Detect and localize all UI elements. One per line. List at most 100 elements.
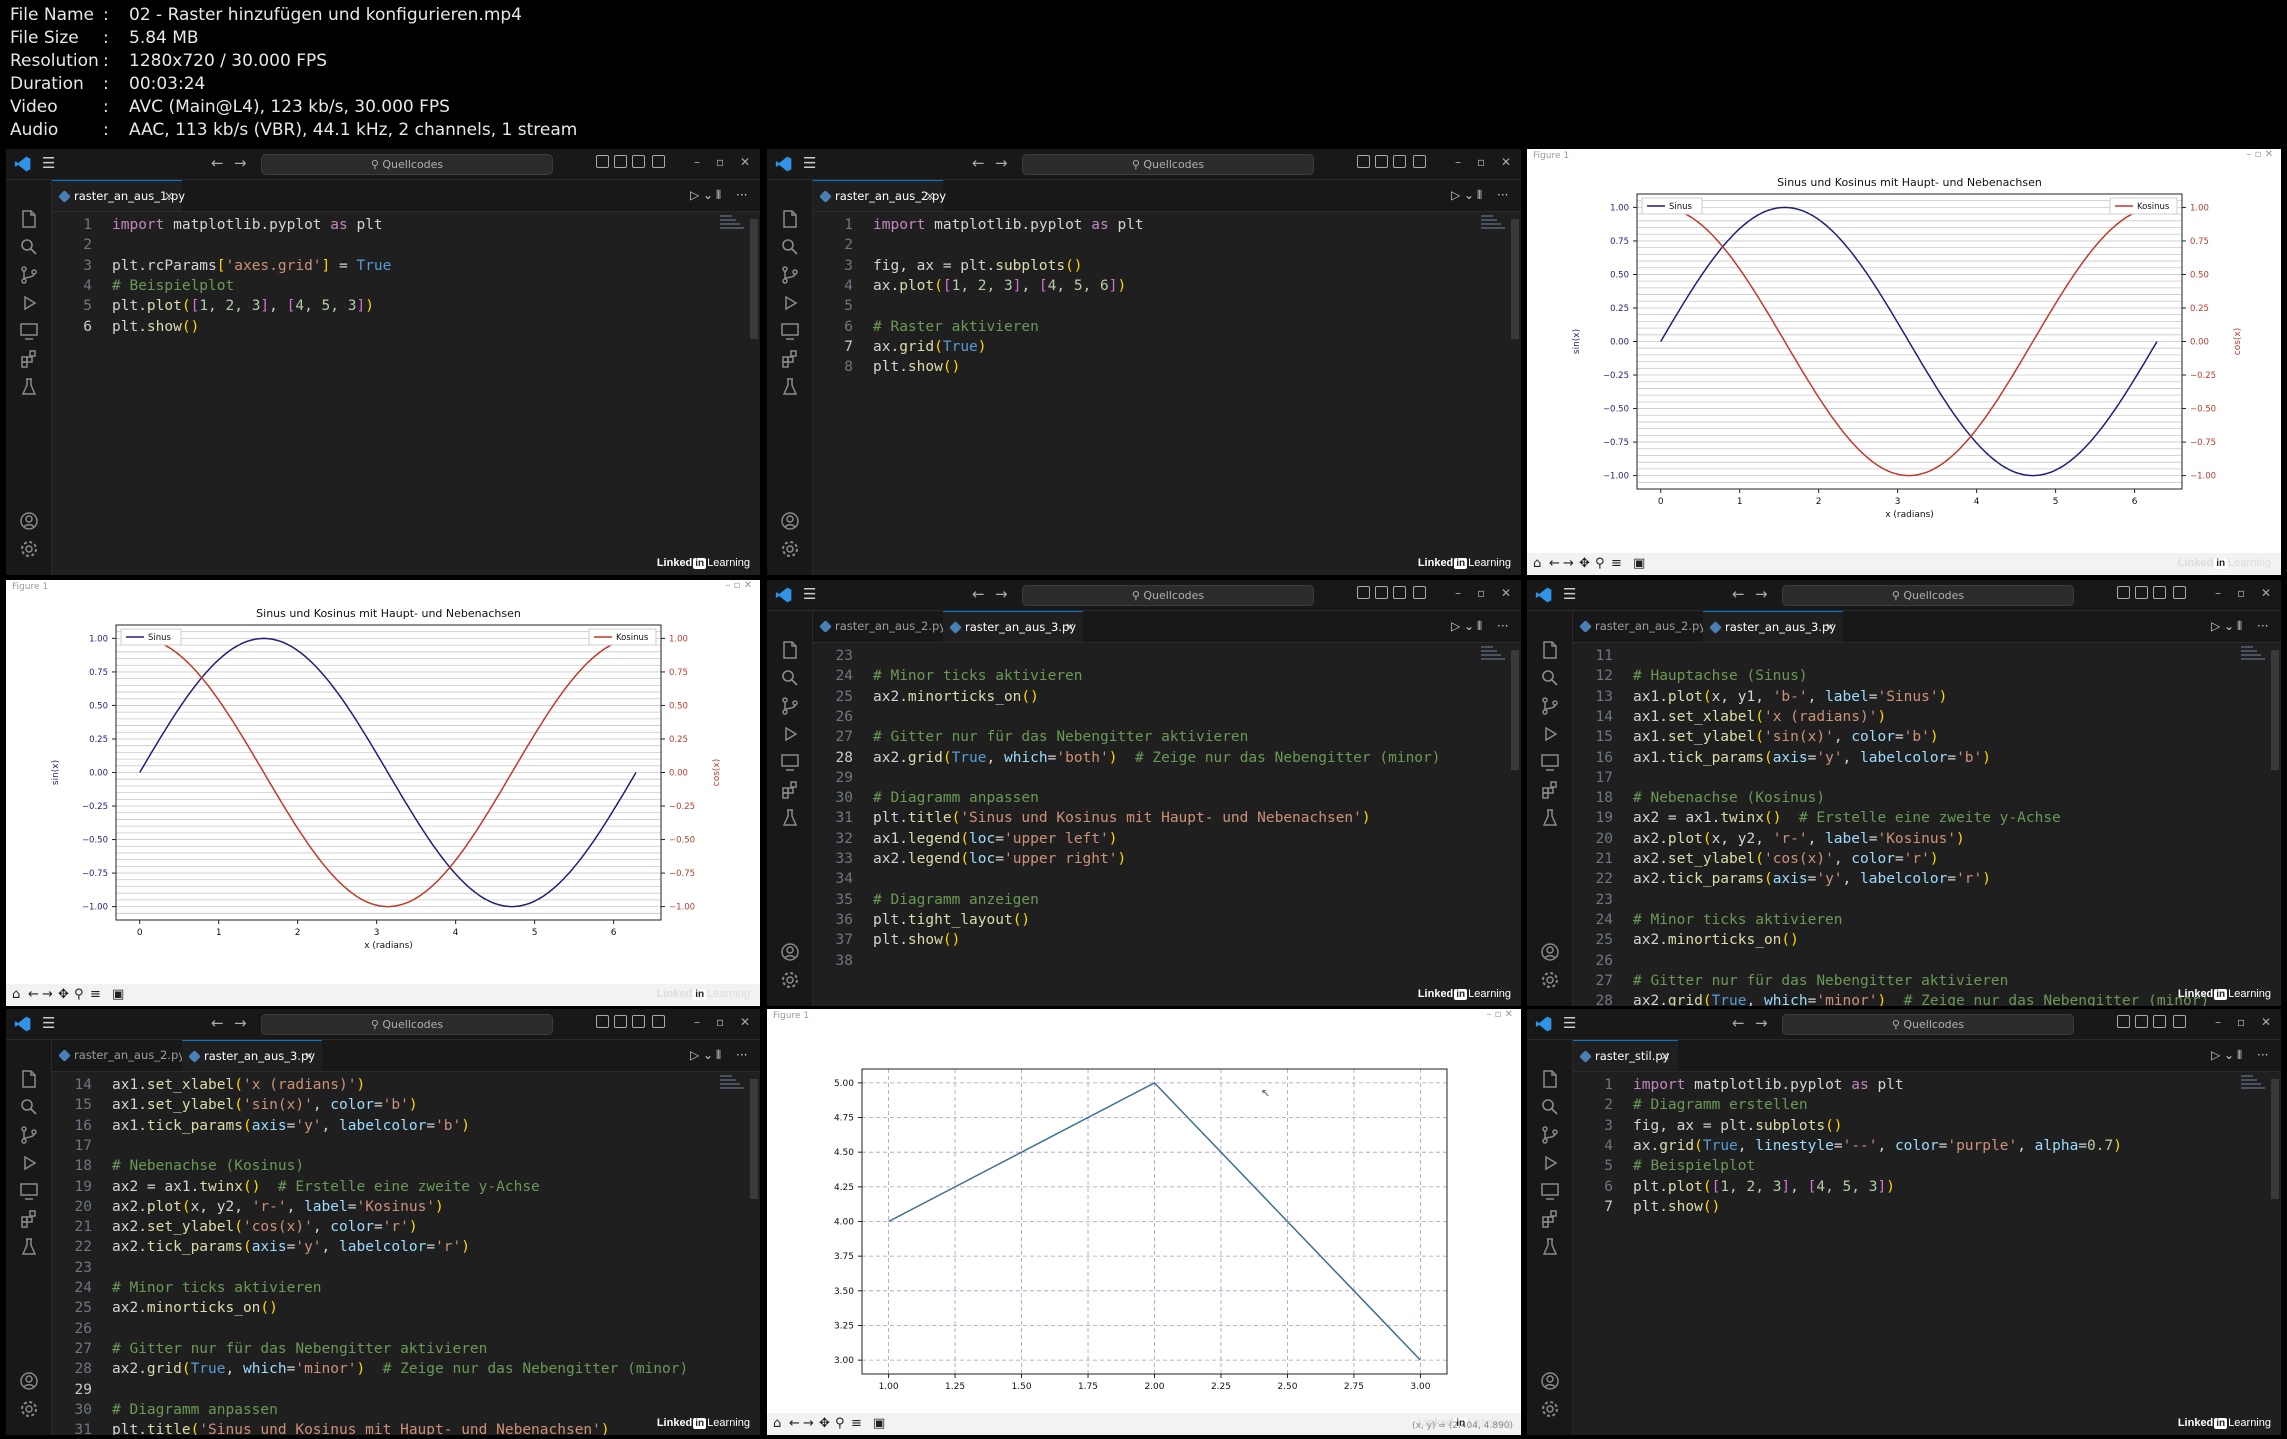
tab-close-icon[interactable]: × (1825, 612, 1835, 643)
scrollbar[interactable] (1511, 219, 1519, 339)
settings-gear-icon[interactable] (779, 969, 801, 991)
pan-icon[interactable]: ✥ (819, 1416, 830, 1431)
split-editor-icon[interactable]: ⫴ (716, 1048, 721, 1063)
menu-icon[interactable]: ☰ (803, 154, 816, 172)
forward-icon[interactable]: → (1563, 556, 1574, 571)
account-icon[interactable] (1539, 941, 1561, 963)
testing-icon[interactable] (18, 376, 40, 398)
scrollbar[interactable] (1511, 650, 1519, 770)
layout-toggle-icon[interactable] (1375, 155, 1388, 168)
layout-toggle-icon[interactable] (2153, 586, 2166, 599)
play-icon[interactable]: ▷ ⌄ (1451, 619, 1474, 633)
extensions-icon[interactable] (779, 348, 801, 370)
forward-icon[interactable]: → (42, 987, 53, 1002)
layout-toggle-icon[interactable] (632, 1015, 645, 1028)
tab-close-icon[interactable]: × (1065, 612, 1075, 643)
activity-item[interactable] (18, 1398, 40, 1420)
split-editor-icon[interactable]: ⫴ (2237, 1048, 2242, 1063)
forward-arrow-icon[interactable]: → (995, 585, 1008, 603)
source-control-icon[interactable] (1539, 1124, 1561, 1146)
forward-arrow-icon[interactable]: → (1755, 1014, 1768, 1032)
source-control-icon[interactable] (18, 1124, 40, 1146)
menu-icon[interactable]: ☰ (803, 585, 816, 603)
explorer-icon[interactable] (779, 208, 801, 230)
settings-gear-icon[interactable] (18, 538, 40, 560)
activity-item[interactable] (18, 1068, 40, 1090)
maximize-icon[interactable]: ▫ (2237, 1015, 2245, 1029)
back-arrow-icon[interactable]: ← (972, 585, 985, 603)
activity-item[interactable] (1539, 969, 1561, 991)
layout-toggle-icon[interactable] (614, 1015, 627, 1028)
remote-explorer-icon[interactable] (18, 1180, 40, 1202)
remote-explorer-icon[interactable] (1539, 1180, 1561, 1202)
pan-icon[interactable]: ✥ (1579, 556, 1590, 571)
more-icon[interactable]: ··· (736, 1048, 747, 1062)
close-icon[interactable]: ✕ (2261, 586, 2271, 600)
remote-explorer-icon[interactable] (779, 320, 801, 342)
zoom-icon[interactable]: ⚲ (74, 987, 84, 1002)
back-icon[interactable]: ← (1549, 556, 1560, 571)
maximize-icon[interactable]: ▫ (716, 155, 724, 169)
activity-item[interactable] (1539, 1398, 1561, 1420)
code-editor[interactable]: 1 import matplotlib.pyplot as plt 2 3 fig, a… (813, 211, 1509, 575)
activity-item[interactable] (1539, 1152, 1561, 1174)
testing-icon[interactable] (779, 807, 801, 829)
explorer-icon[interactable] (18, 208, 40, 230)
play-icon[interactable]: ▷ ⌄ (690, 188, 713, 202)
search-icon[interactable] (779, 667, 801, 689)
layout-toggle-icon[interactable] (632, 155, 645, 168)
close-icon[interactable]: ✕ (1501, 586, 1511, 600)
activity-item[interactable] (1539, 1096, 1561, 1118)
more-icon[interactable]: ··· (1497, 619, 1508, 633)
minimize-icon[interactable]: – (2215, 1015, 2221, 1029)
layout-toggle-icon[interactable] (652, 1015, 665, 1028)
activity-item[interactable] (1539, 1208, 1561, 1230)
scrollbar[interactable] (750, 219, 758, 339)
activity-item[interactable] (779, 639, 801, 661)
remote-explorer-icon[interactable] (1539, 751, 1561, 773)
search-icon[interactable] (1539, 1096, 1561, 1118)
close-icon[interactable]: ✕ (740, 1015, 750, 1029)
activity-item[interactable] (18, 538, 40, 560)
layout-toggle-icon[interactable] (1357, 586, 1370, 599)
forward-arrow-icon[interactable]: → (995, 154, 1008, 172)
testing-icon[interactable] (1539, 807, 1561, 829)
activity-item[interactable] (18, 1370, 40, 1392)
split-editor-icon[interactable]: ⫴ (1477, 619, 1482, 634)
activity-item[interactable] (18, 1208, 40, 1230)
layout-toggle-icon[interactable] (2117, 586, 2130, 599)
layout-toggle-icon[interactable] (2153, 1015, 2166, 1028)
tab-raster-an-aus-2-py[interactable]: raster_an_aus_2.py (813, 611, 946, 642)
source-control-icon[interactable] (779, 264, 801, 286)
source-control-icon[interactable] (18, 264, 40, 286)
command-search[interactable]: ⚲ Quellcodes (1782, 585, 2074, 606)
extensions-icon[interactable] (18, 348, 40, 370)
account-icon[interactable] (18, 1370, 40, 1392)
tab-raster-an-aus-1-py[interactable]: raster_an_aus_1.py × (52, 180, 185, 211)
remote-explorer-icon[interactable] (18, 320, 40, 342)
back-arrow-icon[interactable]: ← (972, 154, 985, 172)
code-editor[interactable]: 1 import matplotlib.pyplot as plt 2 3 plt.rc… (52, 211, 748, 575)
source-control-icon[interactable] (779, 695, 801, 717)
more-icon[interactable]: ··· (2257, 619, 2268, 633)
code-editor[interactable]: 14 ax1.set_xlabel('x (radians)') 15 ax1.set… (52, 1071, 748, 1435)
split-editor-icon[interactable]: ⫴ (716, 188, 721, 203)
activity-item[interactable] (1539, 695, 1561, 717)
tab-close-icon[interactable]: × (1660, 1041, 1670, 1072)
tab-raster-an-aus-3-py[interactable]: raster_an_aus_3.py × (1703, 611, 1843, 642)
source-control-icon[interactable] (1539, 695, 1561, 717)
scrollbar[interactable] (2271, 650, 2279, 770)
forward-arrow-icon[interactable]: → (234, 1014, 247, 1032)
activity-item[interactable] (779, 779, 801, 801)
testing-icon[interactable] (18, 1236, 40, 1258)
more-icon[interactable]: ··· (2257, 1048, 2268, 1062)
tab-raster-an-aus-2-py[interactable]: raster_an_aus_2.py (52, 1040, 185, 1071)
zoom-icon[interactable]: ⚲ (835, 1416, 845, 1431)
play-icon[interactable]: ▷ ⌄ (2211, 619, 2234, 633)
activity-item[interactable] (1539, 667, 1561, 689)
explorer-icon[interactable] (1539, 1068, 1561, 1090)
run-debug-icon[interactable] (779, 292, 801, 314)
layout-toggle-icon[interactable] (2135, 586, 2148, 599)
extensions-icon[interactable] (779, 779, 801, 801)
activity-item[interactable] (779, 320, 801, 342)
